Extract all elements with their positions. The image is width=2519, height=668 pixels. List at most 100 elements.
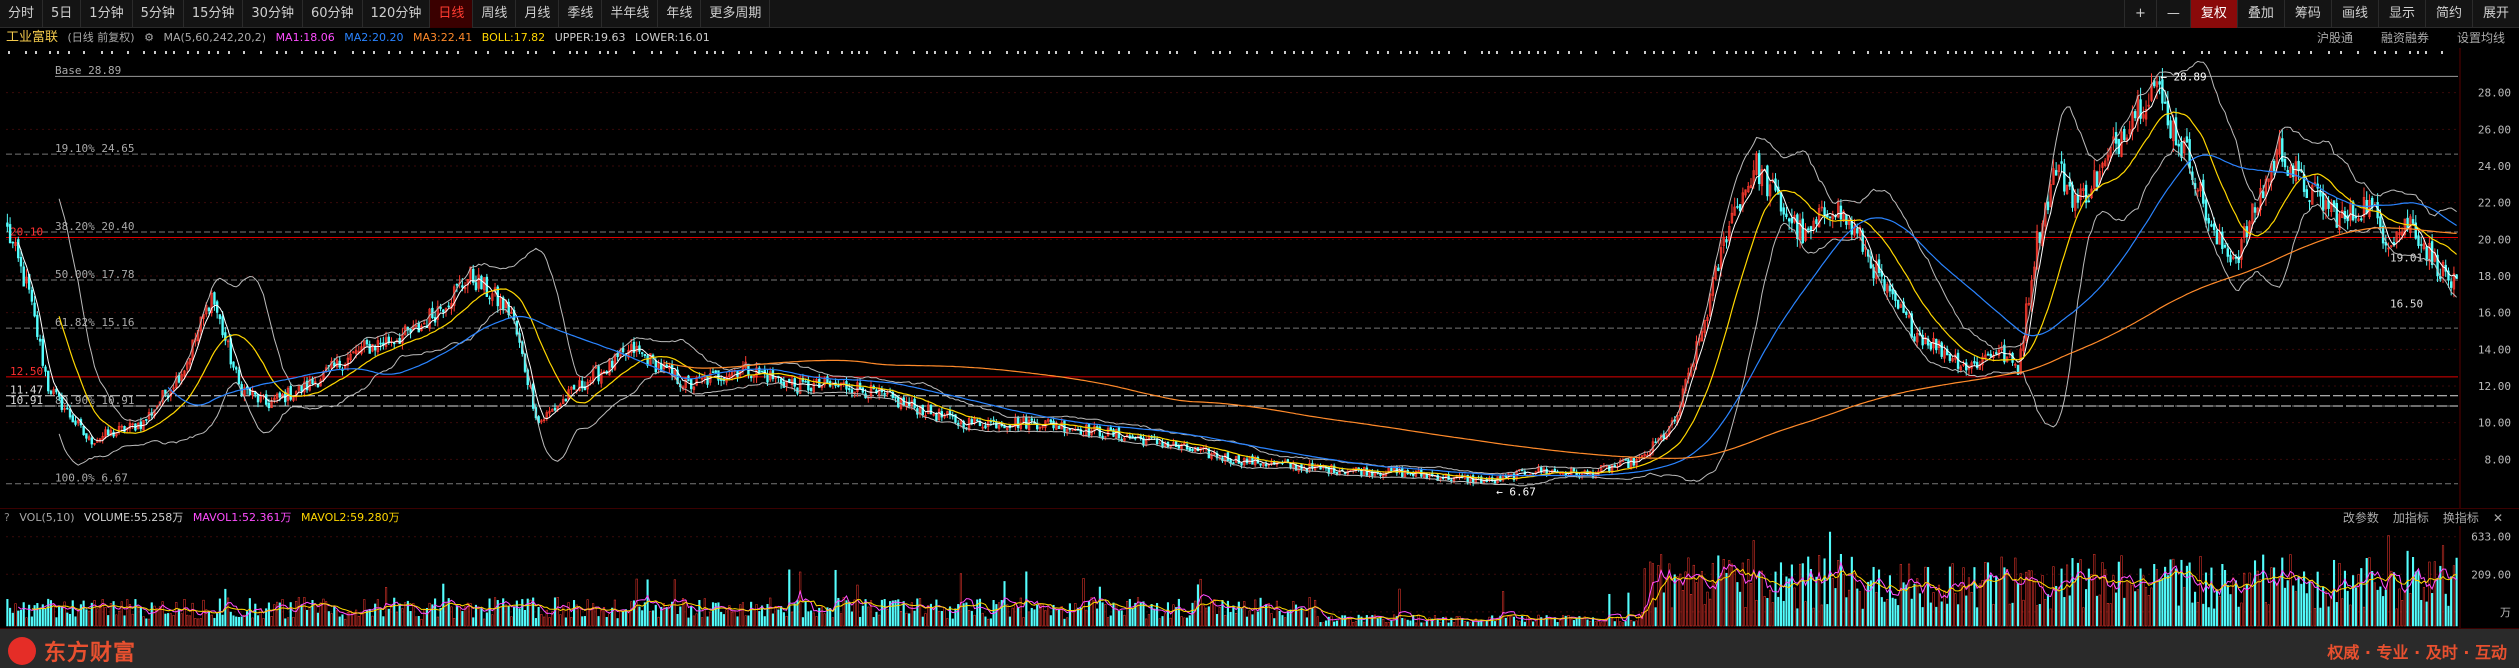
tab-timeframe[interactable]: 日线 (430, 0, 474, 28)
event-marker (926, 51, 928, 54)
tab-timeframe[interactable]: 60分钟 (303, 0, 363, 28)
candle-body (1948, 354, 1952, 361)
volume-bar (948, 606, 952, 627)
volume-bar (2046, 594, 2050, 627)
event-marker (2395, 51, 2397, 54)
candle-body (935, 413, 938, 421)
volume-bar (690, 606, 693, 627)
event-marker (197, 51, 199, 54)
volume-bar (1106, 617, 1110, 627)
candlestick-chart[interactable]: 28.00 26.00 24.00 22.00 20.00 18.00 16.00 14.00… (0, 48, 2519, 508)
volume-bar (450, 606, 453, 627)
link-change-params[interactable]: 改参数 (2343, 509, 2379, 527)
tab-timeframe[interactable]: 年线 (658, 0, 702, 28)
volume-bar (137, 607, 140, 627)
link-set-ma[interactable]: 设置均线 (2457, 28, 2505, 48)
candle-body (760, 370, 764, 373)
tab-timeframe[interactable]: 120分钟 (363, 0, 431, 28)
tool-button[interactable]: + (2123, 0, 2156, 28)
link-add-indicator[interactable]: 加指标 (2393, 509, 2429, 527)
volume-bar (1913, 583, 1916, 627)
volume-bar (2354, 587, 2357, 627)
tab-timeframe[interactable]: 季线 (559, 0, 603, 28)
tool-button[interactable]: 展开 (2471, 0, 2519, 28)
volume-bar (2196, 601, 2199, 627)
candle-body (1986, 353, 1990, 356)
volume-bar (2095, 595, 2099, 627)
volume-bar (82, 600, 85, 627)
volume-bar (1093, 599, 1096, 627)
candle-body (984, 425, 987, 429)
tool-button[interactable]: — (2155, 0, 2190, 28)
volume-bar (1894, 598, 1897, 627)
event-marker (1036, 51, 1038, 54)
volume-bar (853, 599, 856, 627)
volume-bar (376, 599, 379, 627)
volume-bar (589, 608, 592, 627)
volume-bar (613, 599, 616, 627)
volume-bar (1611, 618, 1614, 627)
tab-timeframe[interactable]: 分时 (0, 0, 44, 28)
y-tick-label: 28.00 (2478, 87, 2511, 100)
tab-timeframe[interactable]: 周线 (473, 0, 517, 28)
candle-body (1975, 361, 1979, 369)
candle-body (1371, 470, 1374, 476)
volume-bar (703, 598, 706, 627)
candle-body (1425, 474, 1428, 479)
tool-button[interactable]: 画线 (2330, 0, 2378, 28)
volume-bar (1766, 597, 1769, 627)
tab-timeframe[interactable]: 5日 (43, 0, 82, 28)
volume-bar (2145, 586, 2148, 627)
volume-bar (2292, 585, 2295, 627)
tab-timeframe[interactable]: 5分钟 (133, 0, 184, 28)
event-marker (475, 51, 477, 54)
tab-timeframe[interactable]: 1分钟 (81, 0, 133, 28)
tab-timeframe[interactable]: 半年线 (602, 0, 659, 28)
volume-bar (594, 606, 597, 627)
volume-bar (2022, 599, 2025, 627)
volume-bar (292, 616, 295, 627)
vol-label[interactable]: VOL(5,10) (19, 511, 74, 524)
volume-bar (120, 601, 123, 627)
candle-body (1259, 463, 1262, 466)
candle-body (597, 366, 600, 382)
volume-bar (1161, 616, 1164, 627)
close-icon[interactable]: ✕ (2493, 509, 2503, 527)
candle-body (2354, 216, 2358, 219)
tool-button[interactable]: 叠加 (2236, 0, 2284, 28)
volume-bar (1858, 591, 1862, 627)
volume-bar (1561, 615, 1565, 627)
link-hk-connect[interactable]: 沪股通 (2317, 28, 2353, 48)
link-margin[interactable]: 融资融券 (2381, 28, 2429, 48)
candle-body (1828, 216, 1832, 219)
volume-bar (1436, 619, 1439, 627)
tool-button[interactable]: 复权 (2189, 0, 2237, 28)
volume-bar (2006, 569, 2009, 627)
tab-timeframe[interactable]: 15分钟 (184, 0, 244, 28)
volume-bar (2131, 584, 2134, 627)
event-marker (2201, 51, 2203, 54)
volume-chart[interactable]: 633.00 209.00 万 (0, 526, 2519, 628)
link-switch-indicator[interactable]: 换指标 (2443, 509, 2479, 527)
candle-body (894, 396, 897, 399)
event-marker (2144, 51, 2146, 54)
volume-bar (1608, 593, 1611, 627)
sub-close-icon[interactable]: ? (4, 511, 10, 524)
tool-button[interactable]: 显示 (2377, 0, 2425, 28)
ma-label[interactable]: MA(5,60,242,20,2) (163, 31, 266, 44)
settings-icon[interactable]: ⚙ (144, 31, 154, 44)
volume-bar (951, 618, 954, 627)
tab-timeframe[interactable]: 更多周期 (701, 0, 771, 28)
tab-timeframe[interactable]: 30分钟 (243, 0, 303, 28)
volume-bar (88, 610, 91, 627)
tool-button[interactable]: 筹码 (2283, 0, 2331, 28)
volume-bar (518, 608, 521, 627)
stock-name[interactable]: 工业富联 (6, 30, 58, 45)
volume-bar (1074, 603, 1077, 627)
volume-bar (1700, 571, 1704, 627)
volume-bar (995, 604, 998, 627)
tool-button[interactable]: 简约 (2424, 0, 2472, 28)
tab-timeframe[interactable]: 月线 (516, 0, 560, 28)
volume-bar (1798, 563, 1802, 627)
candle-body (256, 394, 260, 403)
